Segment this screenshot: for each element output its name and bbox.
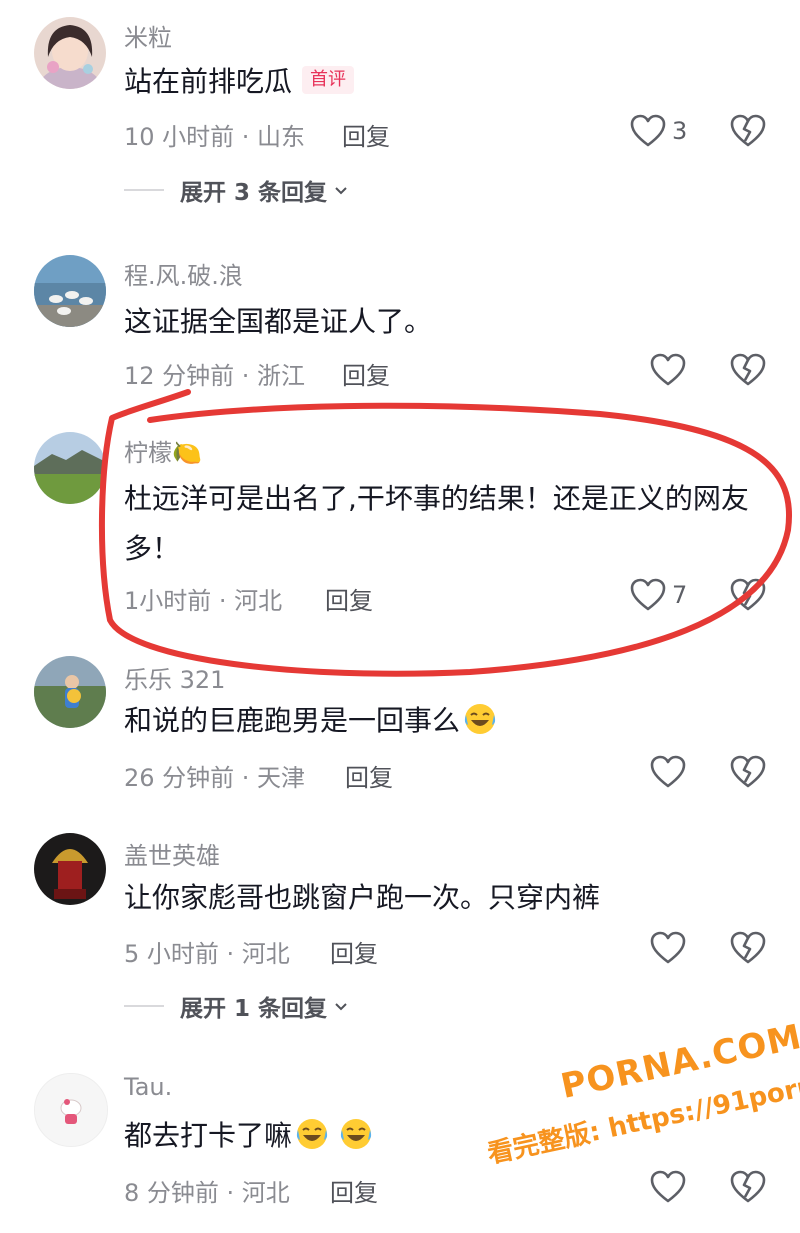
tears-of-joy-emoji-icon xyxy=(294,1116,330,1152)
dislike-button[interactable] xyxy=(730,353,766,387)
heart-outline-icon xyxy=(650,755,686,789)
expand-replies[interactable]: 展开 3 条回复 xyxy=(124,173,349,207)
avatar[interactable] xyxy=(34,1073,108,1147)
dislike-button[interactable] xyxy=(730,931,766,965)
reply-button[interactable]: 回复 xyxy=(345,758,393,793)
reply-button[interactable]: 回复 xyxy=(342,356,390,391)
chevron-down-icon xyxy=(335,187,347,195)
comment-meta: 12 分钟前 · 浙江 xyxy=(124,362,306,390)
broken-heart-icon xyxy=(730,353,766,387)
avatar[interactable] xyxy=(34,833,106,905)
reply-button[interactable]: 回复 xyxy=(330,934,378,969)
dislike-button[interactable] xyxy=(730,755,766,789)
heart-outline-icon xyxy=(650,931,686,965)
comment-text-body: 都去打卡了嘛 xyxy=(124,1119,293,1152)
broken-heart-icon xyxy=(730,114,766,148)
comment-meta: 1小时前 · 河北 xyxy=(124,587,283,615)
comment-meta: 10 小时前 · 山东 xyxy=(124,123,306,151)
comment-username[interactable]: 柠檬🍋 xyxy=(124,433,202,468)
comment-username[interactable]: 盖世英雄 xyxy=(124,836,220,871)
reply-button[interactable]: 回复 xyxy=(330,1173,378,1208)
broken-heart-icon xyxy=(730,931,766,965)
avatar[interactable] xyxy=(34,17,106,89)
divider xyxy=(124,1005,164,1007)
like-button[interactable]: 7 xyxy=(630,578,687,612)
like-button[interactable] xyxy=(650,931,686,965)
comment-text: 站在前排吃瓜 首评 xyxy=(124,57,774,107)
tears-of-joy-emoji-icon xyxy=(338,1116,374,1152)
expand-replies[interactable]: 展开 1 条回复 xyxy=(124,989,349,1023)
comment-username[interactable]: Tau. xyxy=(124,1073,172,1101)
avatar[interactable] xyxy=(34,255,106,327)
comment-meta: 5 小时前 · 河北 xyxy=(124,940,290,968)
comment-text-body: 和说的巨鹿跑男是一回事么 xyxy=(124,704,461,737)
like-button[interactable] xyxy=(650,755,686,789)
first-comment-badge: 首评 xyxy=(302,66,355,94)
heart-outline-icon xyxy=(650,353,686,387)
reply-button[interactable]: 回复 xyxy=(342,117,390,152)
comment-username[interactable]: 乐乐 321 xyxy=(124,660,225,695)
expand-replies-label: 展开 1 条回复 xyxy=(180,996,328,1022)
divider xyxy=(124,189,164,191)
dislike-button[interactable] xyxy=(730,114,766,148)
broken-heart-icon xyxy=(730,578,766,612)
broken-heart-icon xyxy=(730,755,766,789)
avatar[interactable] xyxy=(34,432,106,504)
comment-username[interactable]: 米粒 xyxy=(124,18,172,53)
comment-text: 让你家彪哥也跳窗户跑一次。只穿内裤 xyxy=(124,881,601,914)
like-count: 7 xyxy=(672,581,688,609)
heart-outline-icon xyxy=(630,114,666,148)
like-button[interactable]: 3 xyxy=(630,114,687,148)
avatar[interactable] xyxy=(34,656,106,728)
comment-text: 和说的巨鹿跑男是一回事么 xyxy=(124,696,774,746)
comment-meta: 26 分钟前 · 天津 xyxy=(124,764,306,792)
reply-button[interactable]: 回复 xyxy=(325,581,373,616)
like-button[interactable] xyxy=(650,353,686,387)
comment-text: 杜远洋可是出名了,干坏事的结果！还是正义的网友多！ xyxy=(124,482,749,565)
like-count: 3 xyxy=(672,117,688,145)
comment-text: 这证据全国都是证人了。 xyxy=(124,305,433,338)
heart-outline-icon xyxy=(630,578,666,612)
tears-of-joy-emoji-icon xyxy=(462,701,498,737)
comment-meta: 8 分钟前 · 河北 xyxy=(124,1179,290,1207)
chevron-down-icon xyxy=(335,1003,347,1011)
expand-replies-label: 展开 3 条回复 xyxy=(180,180,328,206)
comment-username[interactable]: 程.风.破.浪 xyxy=(124,256,243,291)
dislike-button[interactable] xyxy=(730,578,766,612)
comment-text-body: 站在前排吃瓜 xyxy=(124,65,293,98)
